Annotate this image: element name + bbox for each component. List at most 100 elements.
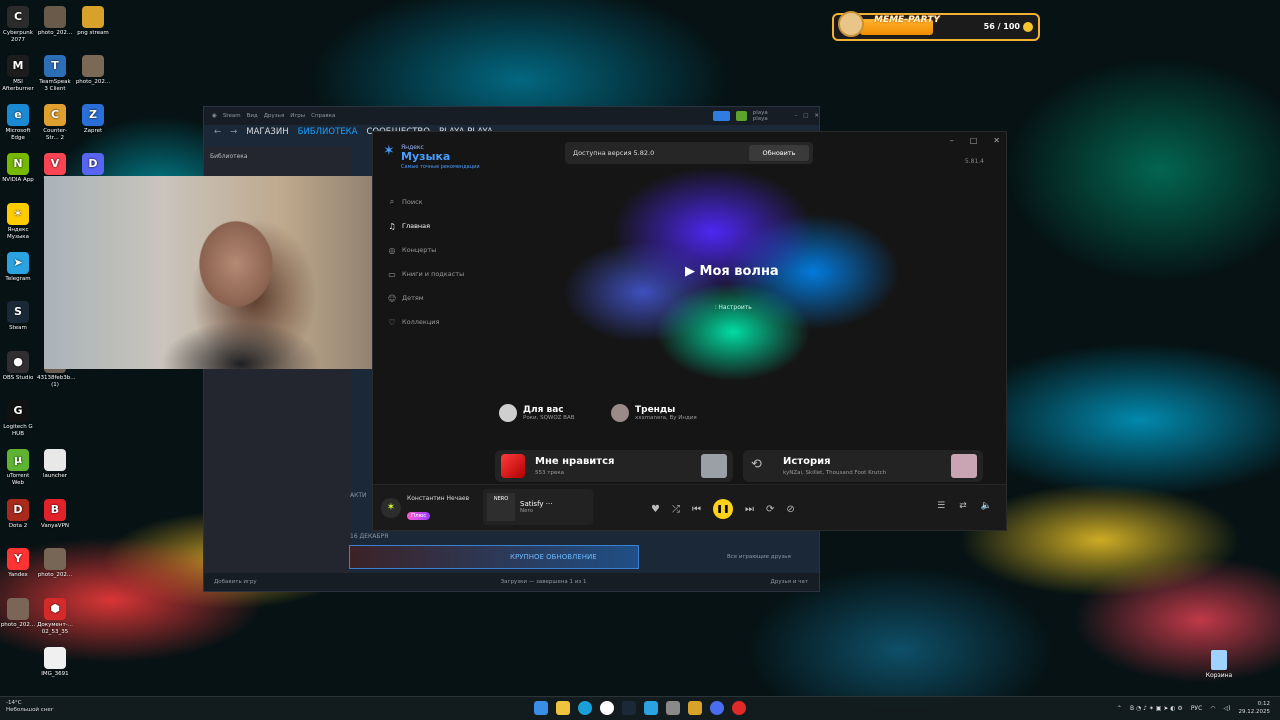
desktop-icon[interactable]: B VanyaVPN: [37, 499, 73, 530]
forward-arrow-icon[interactable]: →: [230, 127, 237, 137]
volume-icon[interactable]: 🔈: [981, 501, 992, 511]
for-you-chip[interactable]: Для вас Роки, SQWOZ BAB: [499, 404, 575, 422]
menu-item[interactable]: ⌕ Поиск: [387, 190, 464, 214]
clock[interactable]: 0:12 29.12.2025: [1239, 700, 1271, 716]
steam-bell-button[interactable]: [735, 111, 747, 121]
steam-menu-view[interactable]: Вид: [247, 113, 258, 119]
menu-item[interactable]: ☺ Детям: [387, 286, 464, 310]
desktop-icon[interactable]: photo_202...: [75, 55, 111, 86]
heart-icon: ♡: [388, 317, 396, 327]
desktop-icon[interactable]: ➤ Telegram: [0, 252, 36, 283]
desktop-icon[interactable]: launcher: [37, 449, 73, 480]
yandex-music-taskbar-icon[interactable]: [710, 701, 724, 715]
desktop-icon[interactable]: ⬢ Документ-... 02_53_35: [37, 598, 73, 635]
now-playing[interactable]: NERO Satisfy ··· Nero: [483, 489, 593, 525]
tune-wave-button[interactable]: ⫶ Настроить: [715, 304, 752, 312]
desktop-icon[interactable]: T TeamSpeak 3 Client: [37, 55, 73, 92]
telegram-taskbar-icon[interactable]: [644, 701, 658, 715]
like-icon[interactable]: ♥: [651, 504, 660, 515]
start-icon[interactable]: [534, 701, 548, 715]
menu-item[interactable]: ▭ Книги и подкасты: [387, 262, 464, 286]
tray-apps-icons[interactable]: B ◔ ♪ ✶ ▣ ➤ ◐ ⚙: [1130, 705, 1183, 712]
trends-avatar: [611, 404, 629, 422]
menu-item[interactable]: ♫ Главная: [387, 214, 464, 238]
settings-icon[interactable]: [666, 701, 680, 715]
steam-user-menu[interactable]: playa playa: [753, 110, 775, 122]
desktop-icon[interactable]: N NVIDIA App: [0, 153, 36, 184]
language-indicator[interactable]: РУС: [1191, 705, 1202, 712]
update-button[interactable]: Обновить: [749, 145, 809, 161]
user-profile[interactable]: ✶ Константин Нечаев Плюс: [381, 495, 469, 521]
dislike-icon[interactable]: ⊘: [786, 504, 794, 515]
desktop-icon[interactable]: ✶ Яндекс Музыка: [0, 203, 36, 240]
png-stream-taskbar-icon[interactable]: [688, 701, 702, 715]
minimize-icon[interactable]: –: [794, 113, 797, 119]
desktop-icon[interactable]: png stream: [75, 6, 111, 37]
my-wave-play-button[interactable]: ▶ Моя волна: [685, 264, 779, 279]
menu-item-label: Главная: [402, 222, 431, 230]
steam-notify-button[interactable]: [713, 111, 730, 121]
device-icon[interactable]: ⇄: [959, 501, 967, 511]
desktop-icon[interactable]: e Microsoft Edge: [0, 104, 36, 141]
desktop-icon[interactable]: C Counter-Str... 2: [37, 104, 73, 141]
desktop-icon[interactable]: M MSI Afterburner: [0, 55, 36, 92]
desktop-icon-label: NVIDIA App: [2, 177, 34, 183]
repeat-icon[interactable]: ⟳: [766, 504, 774, 515]
explorer-icon[interactable]: [556, 701, 570, 715]
desktop-icon[interactable]: photo_202...: [37, 548, 73, 579]
yandex-music-logo[interactable]: ✶ Яндекс Музыка Самые точные рекомендаци…: [383, 144, 480, 170]
downloads-status[interactable]: Загрузки — завершена 1 из 1: [501, 579, 587, 585]
update-news-banner[interactable]: КРУПНОЕ ОБНОВЛЕНИЕ: [349, 545, 639, 569]
steam-menu-help[interactable]: Справка: [311, 113, 335, 119]
minimize-icon[interactable]: –: [950, 136, 954, 145]
pause-button[interactable]: ❚❚: [712, 499, 733, 519]
next-icon[interactable]: ⏭: [745, 504, 754, 515]
for-you-subtitle: Роки, SQWOZ BAB: [523, 415, 575, 421]
close-icon[interactable]: ✕: [993, 136, 1000, 145]
desktop-icon[interactable]: Z Zapret: [75, 104, 111, 135]
back-arrow-icon[interactable]: ←: [214, 127, 221, 137]
desktop-icon[interactable]: ● OBS Studio: [0, 351, 36, 382]
desktop-icon-label: 43138feb3b... (1): [37, 375, 76, 388]
speaker-icon[interactable]: ◁): [1224, 705, 1231, 712]
close-icon[interactable]: ✕: [814, 113, 819, 119]
previous-icon[interactable]: ⏮: [692, 504, 701, 515]
desktop-icon[interactable]: µ uTorrent Web: [0, 449, 36, 486]
maximize-icon[interactable]: □: [970, 136, 978, 145]
desktop-icon[interactable]: S Steam: [0, 301, 36, 332]
menu-item[interactable]: ◎ Концерты: [387, 238, 464, 262]
logo-main-text: Музыка: [401, 150, 451, 163]
desktop-icon[interactable]: photo_202...: [37, 6, 73, 37]
maximize-icon[interactable]: □: [803, 113, 808, 119]
menu-item[interactable]: ♡ Коллекция: [387, 310, 464, 334]
tray-chevron-icon[interactable]: ⌃: [1117, 705, 1122, 712]
recycle-bin[interactable]: Корзина: [1202, 650, 1236, 679]
desktop-icon[interactable]: C Cyberpunk 2077: [0, 6, 36, 43]
weather-widget[interactable]: -14°C Небольшой снег: [6, 700, 54, 714]
desktop-icon[interactable]: Y Yandex: [0, 548, 36, 579]
network-icon[interactable]: ◠: [1210, 705, 1215, 712]
desktop-icon[interactable]: D Dota 2: [0, 499, 36, 530]
friends-chat-button[interactable]: Друзья и чат: [771, 579, 808, 585]
add-game-button[interactable]: Добавить игру: [214, 579, 257, 585]
nav-store[interactable]: МАГАЗИН: [246, 127, 288, 137]
queue-icon[interactable]: ☰: [937, 501, 945, 511]
edge-icon[interactable]: [578, 701, 592, 715]
trends-chip[interactable]: Тренды xxxmanera, By Индия: [611, 404, 697, 422]
nav-library[interactable]: БИБЛИОТЕКА: [298, 127, 358, 137]
desktop-icon[interactable]: photo_202...: [0, 598, 36, 629]
yandex-browser-icon[interactable]: [600, 701, 614, 715]
library-label[interactable]: Библиотека: [204, 147, 352, 166]
liked-card[interactable]: Мне нравится 553 трека: [495, 450, 733, 482]
steam-menu-games[interactable]: Игры: [290, 113, 305, 119]
shuffle-icon[interactable]: ⤮: [672, 504, 680, 515]
obs-taskbar-icon[interactable]: [732, 701, 746, 715]
desktop-icon[interactable]: G Logitech G HUB: [0, 400, 36, 437]
desktop-icon[interactable]: IMG_3691: [37, 647, 73, 678]
more-icon[interactable]: ···: [546, 500, 553, 508]
steam-menu-friends[interactable]: Друзья: [264, 113, 285, 119]
desktop-icon-label: Яндекс Музыка: [7, 227, 29, 240]
history-card[interactable]: ⟲ История kyNZai, Skillet, Thousand Foot…: [743, 450, 983, 482]
desktop-icon-label: photo_202...: [37, 30, 73, 36]
steam-taskbar-icon[interactable]: [622, 701, 636, 715]
